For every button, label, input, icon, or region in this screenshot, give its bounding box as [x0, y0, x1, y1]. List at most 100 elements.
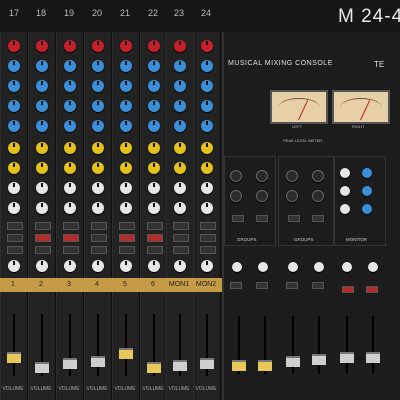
rotary-knob[interactable] — [8, 260, 20, 272]
rotary-knob[interactable] — [64, 202, 76, 214]
rotary-knob[interactable] — [201, 40, 213, 52]
channel-switch[interactable] — [35, 246, 51, 254]
channel-fader[interactable] — [173, 360, 187, 371]
switch-button[interactable] — [366, 286, 378, 293]
rotary-knob[interactable] — [312, 190, 324, 202]
master-fader[interactable] — [312, 354, 326, 365]
rotary-knob[interactable] — [201, 142, 213, 154]
rotary-knob[interactable] — [120, 100, 132, 112]
channel-switch[interactable] — [35, 234, 51, 242]
switch-button[interactable] — [288, 215, 300, 222]
channel-switch[interactable] — [147, 246, 163, 254]
channel-switch[interactable] — [63, 234, 79, 242]
rotary-knob[interactable] — [174, 100, 186, 112]
rotary-knob[interactable] — [92, 202, 104, 214]
rotary-knob[interactable] — [230, 170, 242, 182]
rotary-knob[interactable] — [8, 120, 20, 132]
rotary-knob[interactable] — [120, 60, 132, 72]
switch-button[interactable] — [232, 215, 244, 222]
rotary-knob[interactable] — [286, 170, 298, 182]
channel-switch[interactable] — [200, 234, 216, 242]
rotary-knob[interactable] — [148, 120, 160, 132]
rotary-knob[interactable] — [64, 142, 76, 154]
rotary-knob[interactable] — [368, 262, 378, 272]
rotary-knob[interactable] — [92, 142, 104, 154]
rotary-knob[interactable] — [148, 100, 160, 112]
rotary-knob[interactable] — [36, 60, 48, 72]
rotary-knob[interactable] — [258, 262, 268, 272]
rotary-knob[interactable] — [174, 80, 186, 92]
channel-switch[interactable] — [119, 234, 135, 242]
rotary-knob[interactable] — [201, 80, 213, 92]
rotary-knob[interactable] — [92, 40, 104, 52]
master-fader[interactable] — [258, 360, 272, 371]
channel-switch[interactable] — [147, 222, 163, 230]
channel-switch[interactable] — [147, 234, 163, 242]
rotary-knob[interactable] — [36, 80, 48, 92]
rotary-knob[interactable] — [92, 260, 104, 272]
rotary-knob[interactable] — [201, 120, 213, 132]
channel-fader[interactable] — [200, 358, 214, 369]
rotary-knob[interactable] — [230, 190, 242, 202]
channel-switch[interactable] — [7, 234, 23, 242]
switch-button[interactable] — [286, 282, 298, 289]
rotary-knob[interactable] — [92, 60, 104, 72]
rotary-knob[interactable] — [201, 182, 213, 194]
rotary-knob[interactable] — [8, 202, 20, 214]
rotary-knob[interactable] — [120, 260, 132, 272]
rotary-knob[interactable] — [8, 60, 20, 72]
rotary-knob[interactable] — [256, 170, 268, 182]
switch-button[interactable] — [256, 215, 268, 222]
rotary-knob[interactable] — [201, 100, 213, 112]
rotary-knob[interactable] — [120, 202, 132, 214]
rotary-knob[interactable] — [340, 186, 350, 196]
rotary-knob[interactable] — [36, 100, 48, 112]
switch-button[interactable] — [312, 215, 324, 222]
rotary-knob[interactable] — [174, 202, 186, 214]
master-fader[interactable] — [232, 360, 246, 371]
rotary-knob[interactable] — [174, 162, 186, 174]
channel-switch[interactable] — [91, 246, 107, 254]
channel-switch[interactable] — [173, 222, 189, 230]
rotary-knob[interactable] — [64, 260, 76, 272]
rotary-knob[interactable] — [232, 262, 242, 272]
rotary-knob[interactable] — [36, 120, 48, 132]
channel-switch[interactable] — [35, 222, 51, 230]
channel-switch[interactable] — [63, 246, 79, 254]
rotary-knob[interactable] — [64, 60, 76, 72]
rotary-knob[interactable] — [148, 182, 160, 194]
rotary-knob[interactable] — [8, 182, 20, 194]
rotary-knob[interactable] — [174, 182, 186, 194]
rotary-knob[interactable] — [362, 204, 372, 214]
rotary-knob[interactable] — [36, 202, 48, 214]
channel-switch[interactable] — [173, 234, 189, 242]
rotary-knob[interactable] — [8, 40, 20, 52]
rotary-knob[interactable] — [174, 120, 186, 132]
channel-fader[interactable] — [35, 362, 49, 373]
rotary-knob[interactable] — [36, 162, 48, 174]
rotary-knob[interactable] — [120, 80, 132, 92]
channel-fader[interactable] — [119, 348, 133, 359]
rotary-knob[interactable] — [288, 262, 298, 272]
switch-button[interactable] — [312, 282, 324, 289]
channel-switch[interactable] — [119, 222, 135, 230]
rotary-knob[interactable] — [256, 190, 268, 202]
rotary-knob[interactable] — [148, 60, 160, 72]
rotary-knob[interactable] — [314, 262, 324, 272]
rotary-knob[interactable] — [342, 262, 352, 272]
switch-button[interactable] — [342, 286, 354, 293]
channel-switch[interactable] — [91, 234, 107, 242]
rotary-knob[interactable] — [36, 182, 48, 194]
rotary-knob[interactable] — [174, 60, 186, 72]
channel-switch[interactable] — [7, 246, 23, 254]
rotary-knob[interactable] — [8, 80, 20, 92]
rotary-knob[interactable] — [8, 162, 20, 174]
rotary-knob[interactable] — [36, 40, 48, 52]
master-fader[interactable] — [340, 352, 354, 363]
rotary-knob[interactable] — [201, 260, 213, 272]
rotary-knob[interactable] — [92, 120, 104, 132]
master-fader[interactable] — [286, 356, 300, 367]
rotary-knob[interactable] — [120, 182, 132, 194]
rotary-knob[interactable] — [286, 190, 298, 202]
rotary-knob[interactable] — [36, 260, 48, 272]
